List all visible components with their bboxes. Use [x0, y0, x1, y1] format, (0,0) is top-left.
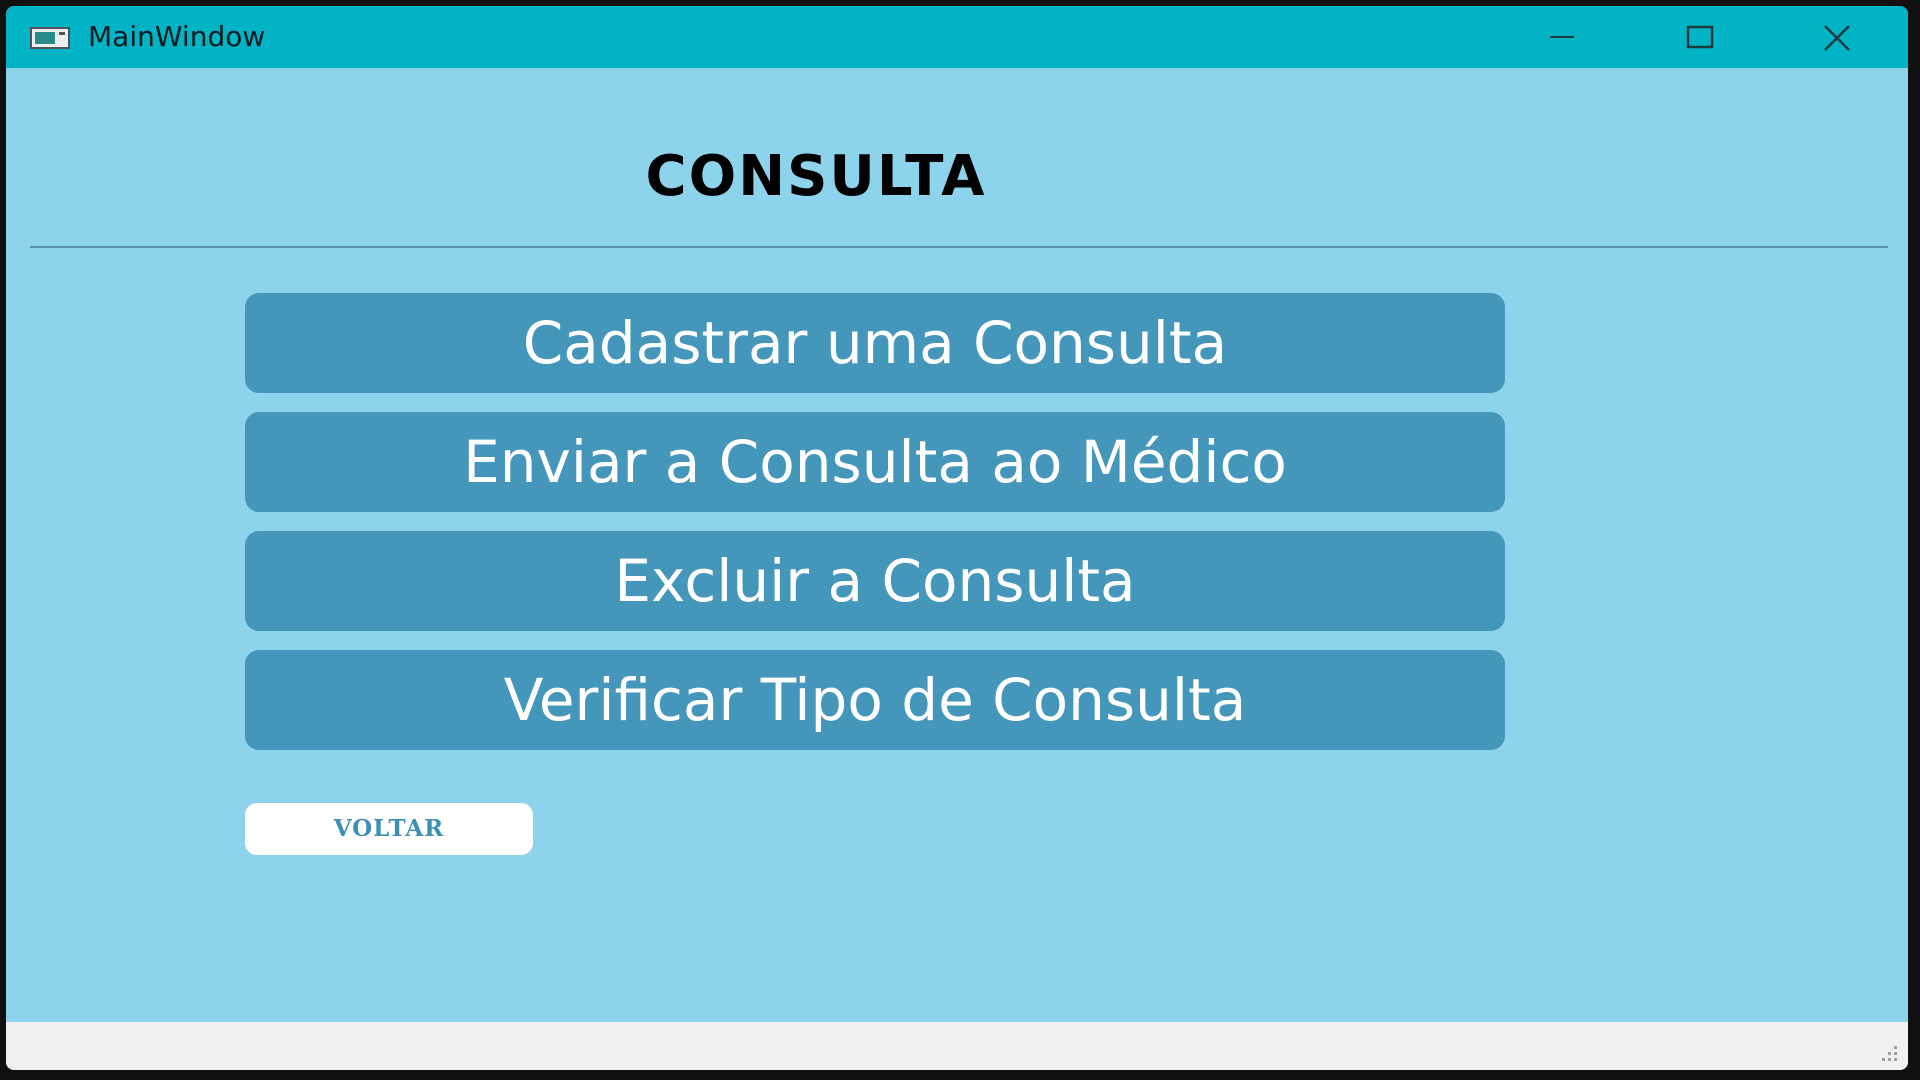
status-bar — [6, 1022, 1908, 1070]
main-window: MainWindow CONSULTA Cadastrar uma Consul… — [6, 6, 1908, 1070]
title-bar[interactable]: MainWindow — [6, 6, 1908, 68]
check-consultation-type-button[interactable]: Verificar Tipo de Consulta — [245, 650, 1505, 750]
window-title: MainWindow — [88, 20, 266, 53]
app-window-icon — [30, 27, 70, 49]
close-icon — [1824, 25, 1850, 51]
minimize-button[interactable] — [1502, 6, 1622, 68]
delete-consultation-button[interactable]: Excluir a Consulta — [245, 531, 1505, 631]
register-consultation-button[interactable]: Cadastrar uma Consulta — [245, 293, 1505, 393]
divider-line — [30, 246, 1888, 248]
send-consultation-to-doctor-button[interactable]: Enviar a Consulta ao Médico — [245, 412, 1505, 512]
resize-grip-icon[interactable] — [1878, 1042, 1900, 1064]
close-button[interactable] — [1778, 6, 1898, 68]
maximize-button[interactable] — [1640, 6, 1760, 68]
minimize-icon — [1550, 36, 1574, 38]
maximize-icon — [1686, 25, 1714, 49]
back-button[interactable]: VOLTAR — [245, 803, 533, 855]
page-title: CONSULTA — [645, 144, 987, 209]
